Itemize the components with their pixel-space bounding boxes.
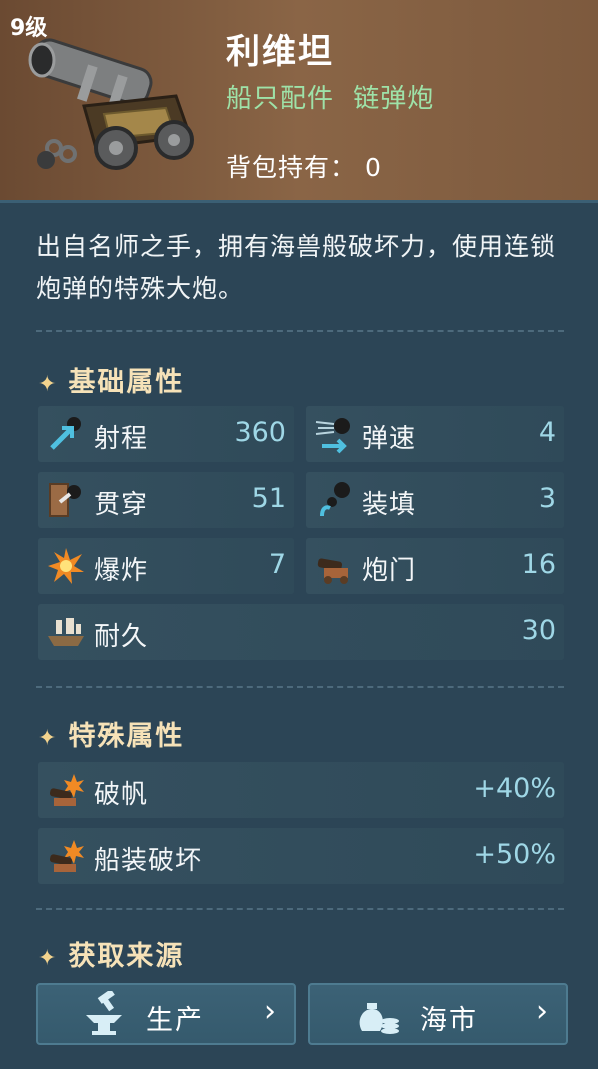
stat-shell-speed: 弹速 4 — [306, 406, 564, 462]
sail-break-icon — [49, 774, 84, 806]
stat-sail-break: 破帆 +40% — [38, 762, 564, 818]
stat-range: 射程 360 — [38, 406, 294, 462]
ship-equip-break-icon — [49, 840, 84, 872]
stat-penetration: 贯穿 51 — [38, 472, 294, 528]
star-icon: ✦ — [38, 372, 59, 397]
star-icon: ✦ — [38, 946, 59, 971]
stat-gun-port: 炮门 16 — [306, 538, 564, 594]
anvil-icon — [86, 991, 122, 1035]
special-attributes-heading: ✦ 特殊属性 — [38, 721, 185, 752]
stat-explosion: 爆炸 7 — [38, 538, 294, 594]
cannon-item-icon — [28, 38, 194, 170]
item-type: 船只配件 链弹炮 — [226, 78, 434, 115]
durability-icon — [48, 618, 84, 646]
money-bag-icon — [359, 1003, 399, 1034]
divider — [36, 330, 564, 332]
item-header: 9级 利维坦 船只配件 链弹炮 背包持有： 0 — [0, 0, 598, 203]
source-heading: ✦ 获取来源 — [38, 941, 185, 972]
item-description: 出自名师之手，拥有海兽般破坏力，使用连锁炮弹的特殊大炮。 — [36, 232, 557, 303]
item-category: 船只配件 — [226, 84, 335, 114]
chevron-right-icon: › — [536, 994, 548, 1029]
explosion-icon — [48, 548, 84, 584]
item-name: 利维坦 — [226, 32, 334, 72]
star-icon: ✦ — [38, 726, 59, 751]
stat-durability: 耐久 30 — [38, 604, 564, 660]
owned-count: 背包持有： 0 — [226, 148, 382, 184]
owned-value: 0 — [364, 153, 382, 182]
chevron-right-icon: › — [264, 994, 276, 1029]
owned-label: 背包持有： — [226, 153, 357, 182]
market-button-label: 海市 — [420, 1005, 478, 1036]
divider — [36, 908, 564, 910]
production-button-label: 生产 — [146, 1005, 204, 1036]
market-button[interactable]: 海市 › — [308, 983, 568, 1045]
basic-attributes-heading: ✦ 基础属性 — [38, 367, 185, 398]
divider — [36, 686, 564, 688]
range-icon — [50, 417, 81, 450]
shell-speed-icon — [315, 418, 350, 454]
reload-icon — [320, 482, 350, 517]
item-detail-card: 9级 利维坦 船只配件 链弹炮 背包持有： 0 出自名师之手，拥有海兽般破坏力，… — [0, 0, 600, 1069]
production-button[interactable]: 生产 › — [36, 983, 296, 1045]
penetration-icon — [49, 483, 81, 517]
item-subcategory: 链弹炮 — [353, 84, 435, 114]
stat-reload: 装填 3 — [306, 472, 564, 528]
gun-port-icon — [317, 558, 348, 584]
stat-ship-equip-break: 船装破坏 +50% — [38, 828, 564, 884]
